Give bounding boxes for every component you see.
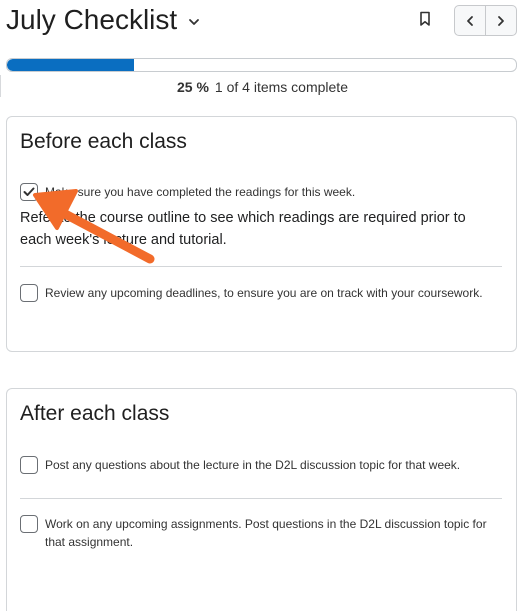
checklist-item[interactable]: Make sure you have completed the reading…: [20, 183, 502, 201]
checklist-item[interactable]: Post any questions about the lecture in …: [20, 456, 502, 474]
chevron-right-icon: [498, 15, 504, 26]
progress-summary: 25 % 1 of 4 items complete: [0, 78, 525, 96]
item-navigation: [454, 5, 517, 36]
checkmark-icon: [23, 187, 35, 196]
page-header: July Checklist: [0, 0, 525, 48]
progress-fill: [7, 59, 135, 71]
section-after-each-class: After each class Post any questions abou…: [6, 388, 517, 611]
section-title: Before each class: [20, 130, 187, 153]
checklist-item[interactable]: Review any upcoming deadlines, to ensure…: [20, 284, 502, 302]
section-title: After each class: [20, 402, 170, 425]
item-description: Refer to the course outline to see which…: [20, 210, 466, 248]
item-checkbox[interactable]: [20, 456, 38, 474]
checklist-title-dropdown[interactable]: July Checklist: [6, 3, 201, 37]
section-before-each-class: Before each class Make sure you have com…: [6, 116, 517, 352]
page-title: July Checklist: [6, 4, 178, 35]
next-button[interactable]: [485, 6, 516, 35]
progress-count: 1 of 4 items complete: [214, 79, 348, 95]
item-label: Work on any upcoming assignments. Post q…: [45, 517, 487, 549]
item-label: Make sure you have completed the reading…: [45, 185, 356, 199]
progress-percent: 25 %: [177, 79, 209, 95]
divider: [20, 498, 502, 499]
bookmark-icon[interactable]: [418, 11, 432, 27]
item-checkbox[interactable]: [20, 284, 38, 302]
progress-bar: [6, 58, 517, 72]
item-checkbox[interactable]: [20, 515, 38, 533]
divider: [20, 266, 502, 267]
item-label: Post any questions about the lecture in …: [45, 458, 461, 472]
item-label: Review any upcoming deadlines, to ensure…: [45, 286, 483, 300]
previous-button[interactable]: [455, 6, 485, 35]
checklist-item[interactable]: Work on any upcoming assignments. Post q…: [20, 515, 502, 551]
item-checkbox[interactable]: [20, 183, 38, 201]
chevron-down-icon: [187, 15, 201, 29]
chevron-left-icon: [467, 15, 473, 26]
